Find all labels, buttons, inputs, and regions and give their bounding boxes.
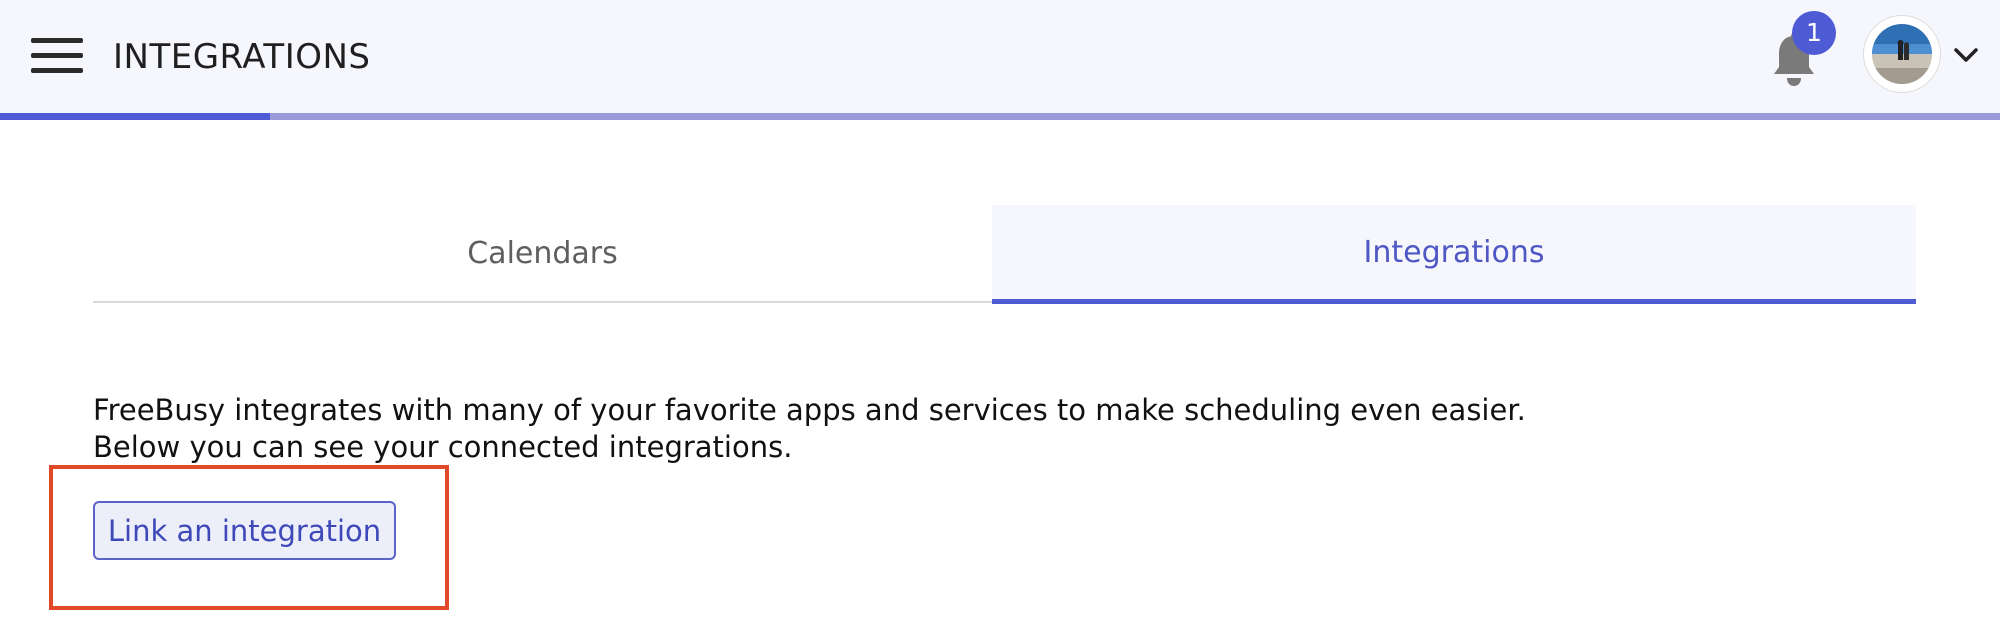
description-line-2: Below you can see your connected integra…	[93, 430, 793, 464]
integrations-description: FreeBusy integrates with many of your fa…	[93, 392, 1526, 466]
tab-bar: Calendars Integrations	[93, 205, 1916, 304]
notification-count-badge[interactable]: 1	[1792, 11, 1836, 55]
tab-integrations[interactable]: Integrations	[992, 205, 1916, 304]
hamburger-menu-icon[interactable]	[31, 36, 83, 76]
page-title: INTEGRATIONS	[113, 37, 371, 77]
tab-calendars[interactable]: Calendars	[93, 205, 992, 301]
progress-fill	[0, 113, 270, 120]
user-avatar-button[interactable]	[1864, 16, 1940, 92]
link-integration-button[interactable]: Link an integration	[93, 501, 396, 560]
loading-progress-bar	[0, 113, 2000, 120]
top-app-bar: INTEGRATIONS 1	[0, 0, 2000, 113]
avatar	[1872, 24, 1932, 84]
description-line-1: FreeBusy integrates with many of your fa…	[93, 393, 1526, 427]
chevron-down-icon[interactable]	[1951, 40, 1981, 70]
